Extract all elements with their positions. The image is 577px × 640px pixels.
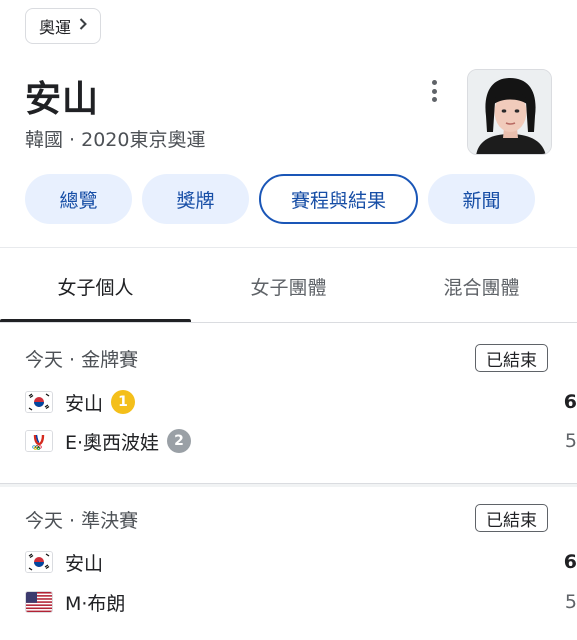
competitor-name: 安山 <box>65 392 104 415</box>
event-tabs: 女子個人 女子團體 混合團體 <box>0 248 577 324</box>
chevron-right-icon <box>79 18 87 34</box>
competitor-name: E·奧西波娃 <box>65 431 160 454</box>
competitor-row: 安山 1 6 <box>25 387 577 417</box>
tabs-divider <box>0 322 577 323</box>
us-flag-icon <box>25 591 53 613</box>
competitor-name: 安山 <box>65 552 104 575</box>
athlete-photo[interactable] <box>467 69 552 155</box>
roc-flag-icon <box>25 430 53 452</box>
section-chips: 總覽 獎牌 賽程與結果 新聞 <box>25 174 535 224</box>
breadcrumb[interactable]: 奧運 <box>25 8 102 44</box>
tab-womens-individual[interactable]: 女子個人 <box>0 248 191 324</box>
silver-medal-icon: 2 <box>167 429 192 453</box>
competitor-row: M·布朗 5 <box>25 587 577 617</box>
tab-mixed-team[interactable]: 混合團體 <box>386 248 577 324</box>
chip-overview[interactable]: 總覽 <box>25 174 132 224</box>
competitor-score: 5 <box>564 430 577 452</box>
competitor-score: 6 <box>563 551 577 573</box>
status-badge: 已結束 <box>475 504 548 532</box>
competitor-name: M·布朗 <box>65 592 126 615</box>
chip-medals[interactable]: 獎牌 <box>142 174 249 224</box>
chip-schedule-results[interactable]: 賽程與結果 <box>259 174 418 224</box>
competitor-score: 5 <box>564 591 577 613</box>
athlete-name: 安山 <box>25 79 100 120</box>
chip-news[interactable]: 新聞 <box>428 174 535 224</box>
competitor-row: E·奧西波娃 2 5 <box>25 426 577 456</box>
competitor-score: 6 <box>563 391 577 413</box>
kr-flag-icon <box>25 551 53 573</box>
match-stage: 今天 · 準決賽 <box>25 510 139 532</box>
competitor-row: 安山 6 <box>25 547 577 577</box>
more-options-icon[interactable] <box>422 78 446 104</box>
status-badge: 已結束 <box>475 344 548 372</box>
athlete-subtitle: 韓國 · 2020東京奧運 <box>25 129 206 151</box>
breadcrumb-label: 奧運 <box>39 18 72 37</box>
kr-flag-icon <box>25 391 53 413</box>
tab-womens-team[interactable]: 女子團體 <box>191 248 386 324</box>
card-divider <box>0 483 577 487</box>
match-stage: 今天 · 金牌賽 <box>25 349 139 371</box>
gold-medal-icon: 1 <box>111 390 136 414</box>
